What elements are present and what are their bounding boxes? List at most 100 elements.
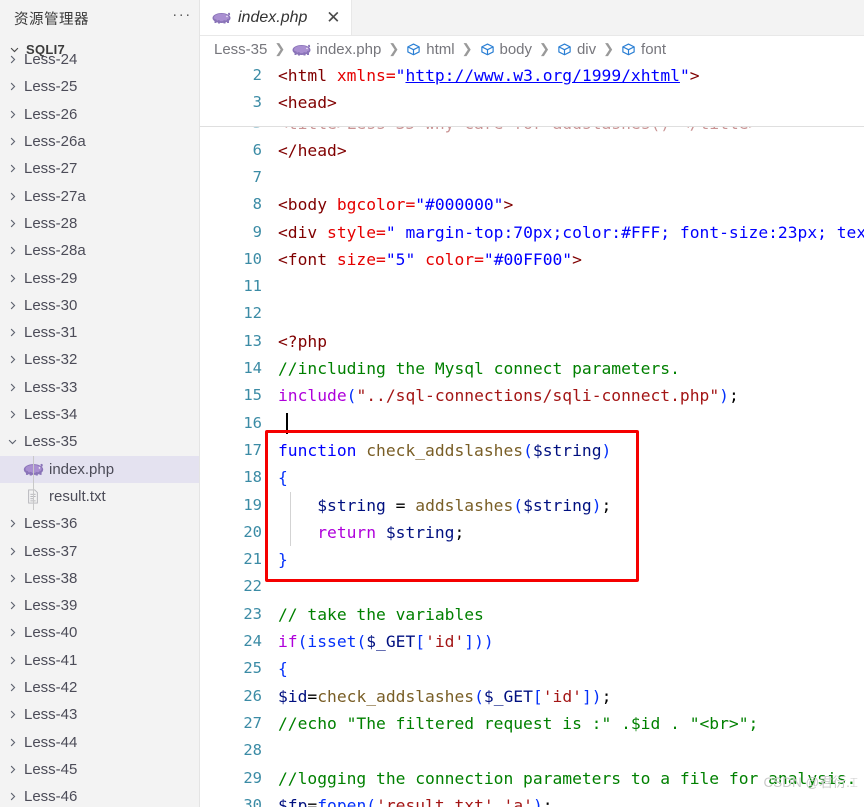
file-tree-item-label: Less-31 [24, 324, 78, 342]
code-line[interactable]: 20 return $string; [200, 519, 864, 546]
chevron-right-icon [0, 682, 24, 693]
file-tree-folder-less-40[interactable]: Less-40 [0, 619, 199, 646]
file-tree-folder-less-27[interactable]: Less-27 [0, 155, 199, 182]
code-line[interactable]: 10 <font size="5" color="#00FF00"> [200, 246, 864, 273]
file-tree-folder-less-34[interactable]: Less-34 [0, 401, 199, 428]
code-line[interactable]: 16 [200, 410, 864, 437]
file-tree-folder-less-26[interactable]: Less-26 [0, 101, 199, 128]
code-line[interactable]: 7 [200, 164, 864, 191]
file-tree-item-label: Less-45 [24, 760, 78, 778]
breadcrumb-item-html[interactable]: html [406, 41, 455, 58]
file-tree-folder-less-24[interactable]: Less-24 [0, 46, 199, 73]
close-icon[interactable]: ✕ [323, 9, 343, 26]
code-line-text [278, 573, 864, 600]
more-actions-button[interactable]: ··· [169, 7, 195, 29]
code-line[interactable]: 21} [200, 546, 864, 573]
tab-index-php[interactable]: index.php ✕ [200, 0, 353, 35]
code-line[interactable]: 18 { [200, 464, 864, 491]
file-tree-item-label: Less-28 [24, 214, 78, 232]
code-line-text: <?php [278, 331, 328, 351]
code-line[interactable]: 8 <body bgcolor="#000000"> [200, 191, 864, 218]
breadcrumb-item-less-35[interactable]: Less-35 [214, 41, 267, 58]
code-line-text [278, 273, 864, 300]
code-line-text [278, 410, 864, 437]
file-tree-folder-less-30[interactable]: Less-30 [0, 292, 199, 319]
chevron-right-icon [0, 709, 24, 720]
file-tree-folder-less-28a[interactable]: Less-28a [0, 237, 199, 264]
chevron-right-icon [0, 573, 24, 584]
breadcrumb: Less-35 ❯ index.php ❯ html ❯ body ❯ div ❯ font [200, 36, 864, 62]
code-line[interactable]: 2 <html xmlns="http://www.w3.org/1999/xht… [200, 62, 864, 89]
code-line[interactable]: 3 <head> [200, 89, 864, 116]
code-line[interactable]: 27 //echo "The filtered request is :" .$i… [200, 710, 864, 737]
code-line[interactable]: 12 [200, 300, 864, 327]
file-tree-folder-less-44[interactable]: Less-44 [0, 729, 199, 756]
file-tree-item-label: Less-42 [24, 679, 78, 697]
file-tree-folder-less-42[interactable]: Less-42 [0, 674, 199, 701]
file-tree-item-label: result.txt [49, 487, 106, 505]
line-number: 24 [243, 632, 262, 650]
code-line[interactable]: 28 [200, 737, 864, 764]
file-tree-item-label: Less-39 [24, 597, 78, 615]
breadcrumb-item-index-php[interactable]: index.php [292, 41, 381, 58]
code-line-text: $fp=fopen('result.txt','a'); [278, 795, 553, 807]
chevron-right-icon [0, 764, 24, 775]
file-tree-item-label: Less-38 [24, 569, 78, 587]
file-tree-folder-less-45[interactable]: Less-45 [0, 756, 199, 783]
code-line-text: <head> [278, 93, 337, 113]
breadcrumb-item-label: div [576, 40, 597, 58]
code-line[interactable]: 24 if(isset($_GET['id'])) [200, 628, 864, 655]
line-number: 6 [252, 140, 262, 159]
line-number: 27 [243, 713, 262, 732]
breadcrumb-item-body[interactable]: body [480, 41, 532, 58]
file-tree-folder-less-43[interactable]: Less-43 [0, 701, 199, 728]
file-tree-folder-less-31[interactable]: Less-31 [0, 319, 199, 346]
file-tree-folder-less-39[interactable]: Less-39 [0, 592, 199, 619]
code-line[interactable]: 23 // take the variables [200, 601, 864, 628]
chevron-right-icon [0, 109, 24, 120]
code-line[interactable]: 19 $string = addslashes($string); [200, 492, 864, 519]
chevron-right-icon [0, 737, 24, 748]
file-tree-folder-less-25[interactable]: Less-25 [0, 73, 199, 100]
code-line[interactable]: 22 [200, 573, 864, 600]
code-line[interactable]: 17 function check_addslashes($string) [200, 437, 864, 464]
file-tree-item-label: Less-46 [24, 788, 78, 806]
file-tree-folder-less-28[interactable]: Less-28 [0, 210, 199, 237]
code-line[interactable]: 14 //including the Mysql connect paramete… [200, 355, 864, 382]
file-tree-folder-less-36[interactable]: Less-36 [0, 510, 199, 537]
file-tree-folder-less-27a[interactable]: Less-27a [0, 183, 199, 210]
file-tree-folder-less-38[interactable]: Less-38 [0, 565, 199, 592]
code-editor-content[interactable]: 2 <html xmlns="http://www.w3.org/1999/xht… [200, 62, 864, 807]
code-line[interactable]: 26 $id=check_addslashes($_GET['id']); [200, 683, 864, 710]
file-tree-folder-less-35[interactable]: Less-35 [0, 428, 199, 455]
code-line[interactable]: 15 include("../sql-connections/sqli-conne… [200, 382, 864, 409]
line-number: 21 [243, 550, 262, 569]
breadcrumb-item-div[interactable]: div [557, 41, 596, 58]
explorer-title: 资源管理器 [14, 11, 89, 28]
file-tree-folder-less-46[interactable]: Less-46 [0, 783, 199, 807]
file-tree-folder-less-37[interactable]: Less-37 [0, 537, 199, 564]
code-line[interactable]: 11 [200, 273, 864, 300]
line-number: 23 [243, 604, 262, 623]
chevron-right-icon [0, 627, 24, 638]
file-tree-folder-less-41[interactable]: Less-41 [0, 647, 199, 674]
code-line[interactable]: 25 { [200, 655, 864, 682]
code-line[interactable]: 13 <?php [200, 328, 864, 355]
code-line[interactable]: 6 </head> [200, 137, 864, 164]
file-tree-folder-less-32[interactable]: Less-32 [0, 346, 199, 373]
file-tree-folder-less-26a[interactable]: Less-26a [0, 128, 199, 155]
file-tree-item-result-txt[interactable]: result.txt [0, 483, 199, 510]
chevron-right-icon [0, 54, 24, 65]
code-line-text: if(isset($_GET['id'])) [278, 632, 494, 651]
code-line[interactable]: 30 $fp=fopen('result.txt','a'); [200, 792, 864, 807]
code-line[interactable]: 9 <div style=" margin-top:70px;color:#FFF… [200, 219, 864, 246]
chevron-right-icon [0, 300, 24, 311]
file-tree-folder-less-29[interactable]: Less-29 [0, 264, 199, 291]
chevron-right-icon [0, 136, 24, 147]
file-tree-item-label: index.php [49, 460, 115, 478]
code-line-text: //including the Mysql connect parameters… [278, 359, 680, 378]
breadcrumb-item-font[interactable]: font [621, 41, 666, 58]
file-tree-item-index-php[interactable]: index.php [0, 455, 199, 483]
line-number: 7 [252, 167, 262, 186]
file-tree-folder-less-33[interactable]: Less-33 [0, 374, 199, 401]
